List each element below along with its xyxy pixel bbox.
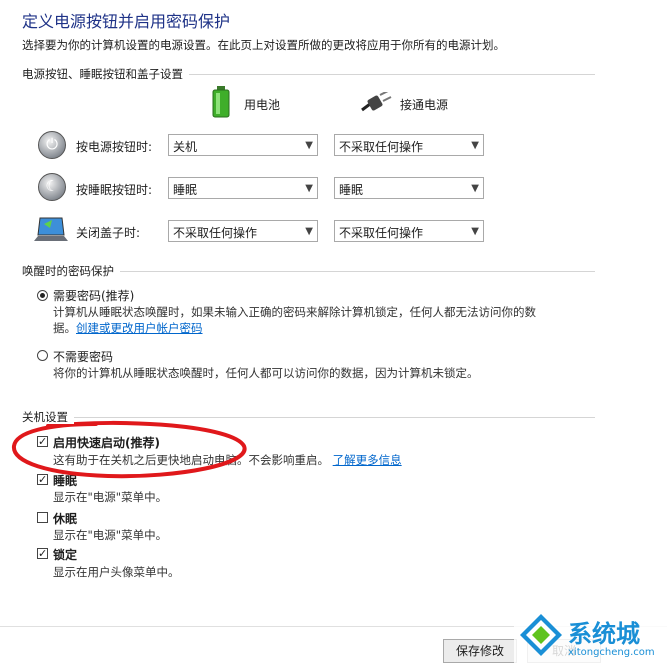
lid-close-label: 关闭盖子时:	[76, 226, 141, 240]
watermark: 系统城 xitongcheng.com	[514, 608, 667, 668]
lock-description: 显示在用户头像菜单中。	[53, 565, 180, 579]
no-password-description: 将你的计算机从睡眠状态唤醒时，任何人都可以访问你的数据，因为计算机未锁定。	[53, 366, 479, 380]
hibernate-description: 显示在"电源"菜单中。	[53, 528, 168, 542]
page-title: 定义电源按钮并启用密码保护	[22, 12, 231, 31]
laptop-lid-icon	[34, 217, 68, 241]
select-value: 不采取任何操作	[173, 226, 258, 240]
lid-close-plugged-select[interactable]: 不采取任何操作 ▼	[334, 220, 484, 242]
no-password-label[interactable]: 不需要密码	[53, 348, 113, 365]
sleep-button-icon	[38, 173, 66, 201]
hibernate-checkbox[interactable]	[37, 512, 48, 523]
select-value: 睡眠	[339, 183, 364, 197]
page-description: 选择要为你的计算机设置的电源设置。在此页上对设置所做的更改将应用于你所有的电源计…	[22, 38, 505, 52]
save-button[interactable]: 保存修改	[443, 639, 517, 663]
power-button-icon	[38, 131, 66, 159]
sleep-button-label: 按睡眠按钮时:	[76, 183, 153, 197]
select-value: 不采取任何操作	[339, 226, 424, 240]
lock-checkbox[interactable]: ✓	[37, 548, 48, 559]
chevron-down-icon: ▼	[471, 183, 479, 194]
plugged-column-header: 接通电源	[400, 98, 449, 112]
sleep-button-plugged-select[interactable]: 睡眠 ▼	[334, 177, 484, 199]
learn-more-link[interactable]: 了解更多信息	[333, 453, 402, 467]
watermark-logo-icon	[520, 614, 562, 656]
annotation-ellipse	[12, 420, 247, 479]
power-section-title: 电源按钮、睡眠按钮和盖子设置	[22, 67, 189, 81]
chevron-down-icon: ▼	[305, 140, 313, 151]
password-section-title: 唤醒时的密码保护	[22, 264, 120, 278]
password-section-header: 唤醒时的密码保护	[22, 263, 595, 279]
power-button-label: 按电源按钮时:	[76, 140, 153, 154]
power-section-header: 电源按钮、睡眠按钮和盖子设置	[22, 66, 595, 82]
chevron-down-icon: ▼	[305, 226, 313, 237]
lock-label[interactable]: 锁定	[53, 546, 77, 563]
select-value: 不采取任何操作	[339, 140, 424, 154]
sleep-description: 显示在"电源"菜单中。	[53, 490, 168, 504]
require-password-label[interactable]: 需要密码(推荐)	[53, 287, 134, 304]
hibernate-label[interactable]: 休眠	[53, 510, 77, 527]
change-password-link[interactable]: 创建或更改用户帐户密码	[76, 321, 203, 335]
divider	[22, 417, 595, 418]
power-plug-icon	[361, 92, 392, 112]
require-password-description: 计算机从睡眠状态唤醒时，如果未输入正确的密码来解除计算机锁定，任何人都无法访问你…	[53, 305, 536, 319]
battery-column-header: 用电池	[244, 98, 281, 112]
lid-close-battery-select[interactable]: 不采取任何操作 ▼	[168, 220, 318, 242]
require-password-radio[interactable]	[37, 290, 48, 301]
power-button-battery-select[interactable]: 关机 ▼	[168, 134, 318, 156]
power-button-plugged-select[interactable]: 不采取任何操作 ▼	[334, 134, 484, 156]
select-value: 关机	[173, 140, 198, 154]
chevron-down-icon: ▼	[471, 226, 479, 237]
select-value: 睡眠	[173, 183, 198, 197]
chevron-down-icon: ▼	[305, 183, 313, 194]
watermark-brand: 系统城	[568, 620, 640, 648]
chevron-down-icon: ▼	[471, 140, 479, 151]
battery-icon	[212, 86, 230, 118]
watermark-url: xitongcheng.com	[568, 647, 655, 658]
no-password-radio[interactable]	[37, 350, 48, 361]
require-password-description-end: 据。	[53, 321, 76, 335]
require-password-description-cont: 据。创建或更改用户帐户密码	[53, 320, 553, 336]
shutdown-section-title: 关机设置	[22, 410, 74, 424]
sleep-button-battery-select[interactable]: 睡眠 ▼	[168, 177, 318, 199]
